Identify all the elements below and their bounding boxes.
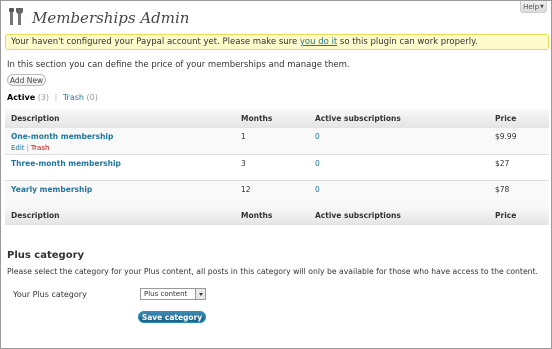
active-subscriptions-link[interactable]: 0 <box>309 128 489 155</box>
membership-name-link[interactable]: One-month membership <box>11 132 235 141</box>
months-cell: 12 <box>235 180 309 206</box>
filter-separator: | <box>54 93 58 102</box>
row-actions: Edit | Trash <box>11 144 235 152</box>
filter-trash-count: (0) <box>86 93 98 102</box>
page-title: Memberships Admin <box>32 9 190 27</box>
chevron-down-icon: ▼ <box>540 3 544 10</box>
table-row: Yearly membership 12 0 $78 <box>5 180 549 206</box>
notice-link[interactable]: you do it <box>300 37 337 47</box>
membership-name-link[interactable]: Yearly membership <box>11 185 235 194</box>
active-subscriptions-link[interactable]: 0 <box>309 180 489 206</box>
row-action-separator: | <box>26 144 29 152</box>
help-label: Help <box>523 2 540 11</box>
column-footer-price: Price <box>489 206 549 225</box>
column-footer-description: Description <box>5 206 235 225</box>
intro-text: In this section you can define the price… <box>7 60 350 70</box>
membership-description-cell: One-month membership Edit | Trash <box>5 128 235 155</box>
membership-name-link[interactable]: Three-month membership <box>11 159 235 168</box>
column-footer-months: Months <box>235 206 309 225</box>
plus-category-description: Please select the category for your Plus… <box>7 267 539 276</box>
trash-link[interactable]: Trash <box>31 144 50 152</box>
membership-description-cell: Yearly membership <box>5 180 235 206</box>
active-subscriptions-link[interactable]: 0 <box>309 154 489 181</box>
plus-category-selected: Plus content <box>144 290 188 298</box>
filter-active-count: (3) <box>37 93 50 102</box>
page-header: Memberships Admin <box>7 7 307 31</box>
months-cell: 1 <box>235 128 309 155</box>
table-row: Three-month membership 3 0 $27 <box>5 154 549 181</box>
price-cell: $78 <box>489 180 549 206</box>
table-header-row: Description Months Active subscriptions … <box>5 109 549 128</box>
plus-category-heading: Plus category <box>7 250 85 261</box>
column-header-active-subscriptions: Active subscriptions <box>309 109 489 128</box>
table-footer-row: Description Months Active subscriptions … <box>5 206 549 225</box>
table-row: One-month membership Edit | Trash 1 0 $9.9… <box>5 128 549 155</box>
paypal-notice: Your haven't configured your Paypal acco… <box>5 34 549 50</box>
memberships-table: Description Months Active subscriptions … <box>5 109 549 225</box>
plus-category-select[interactable]: Plus content <box>140 288 206 300</box>
filter-trash[interactable]: Trash <box>63 93 84 102</box>
chevron-down-icon <box>195 289 205 299</box>
add-new-button[interactable]: Add New <box>7 74 46 86</box>
filter-active[interactable]: Active <box>7 93 35 102</box>
column-footer-active-subscriptions: Active subscriptions <box>309 206 489 225</box>
price-cell: $27 <box>489 154 549 181</box>
edit-link[interactable]: Edit <box>11 144 25 152</box>
notice-text-after: so this plugin can work properly. <box>337 37 478 47</box>
save-category-button[interactable]: Save category <box>138 311 206 323</box>
plus-category-label: Your Plus category <box>13 290 87 299</box>
column-header-price: Price <box>489 109 549 128</box>
price-cell: $9.99 <box>489 128 549 155</box>
months-cell: 3 <box>235 154 309 181</box>
help-button[interactable]: Help ▼ <box>520 1 547 13</box>
membership-description-cell: Three-month membership <box>5 154 235 181</box>
column-header-description: Description <box>5 109 235 128</box>
status-filters: Active (3) | Trash (0) <box>7 93 98 102</box>
notice-text-before: Your haven't configured your Paypal acco… <box>11 37 300 47</box>
column-header-months: Months <box>235 109 309 128</box>
tools-icon <box>9 8 23 25</box>
